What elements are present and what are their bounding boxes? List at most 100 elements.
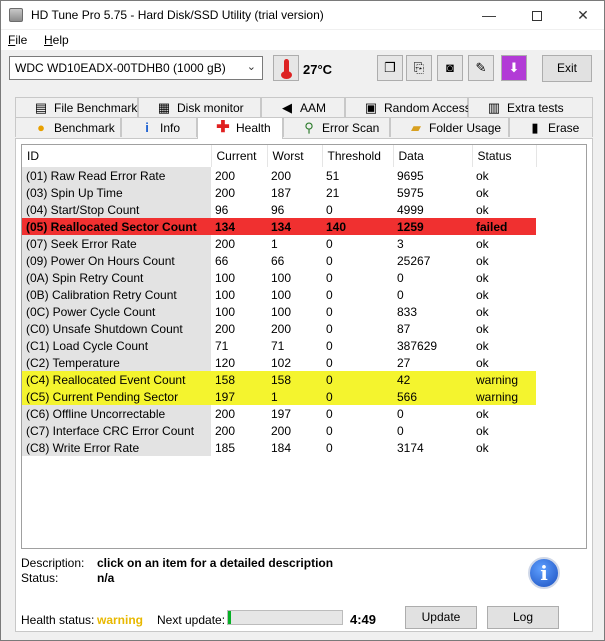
table-row[interactable]: (C7) Interface CRC Error Count 200 200 0 0 ok: [22, 422, 536, 439]
attribute-id: (C0) Unsafe Shutdown Count: [22, 320, 211, 337]
smart-table-container[interactable]: ID Current Worst Threshold Data Status (…: [21, 144, 587, 549]
table-row[interactable]: (09) Power On Hours Count 66 66 0 25267 ok: [22, 252, 536, 269]
table-row[interactable]: (0C) Power Cycle Count 100 100 0 833 ok: [22, 303, 536, 320]
status-cell: ok: [476, 185, 489, 200]
tab-label: Info: [160, 121, 181, 135]
table-row[interactable]: (C2) Temperature 120 102 0 27 ok: [22, 354, 536, 371]
column-header-id[interactable]: ID: [22, 145, 212, 167]
status-cell: ok: [476, 321, 489, 336]
smart-table: ID Current Worst Threshold Data Status (…: [22, 145, 537, 541]
status-cell: ok: [476, 338, 489, 353]
table-row[interactable]: (C4) Reallocated Event Count 158 158 0 42 war…: [22, 371, 536, 388]
status-cell: ok: [476, 304, 489, 319]
table-row[interactable]: (C1) Load Cycle Count 71 71 0 387629 ok: [22, 337, 536, 354]
copy-text-button[interactable]: ❐: [377, 55, 403, 81]
table-row[interactable]: (04) Start/Stop Count 96 96 0 4999 ok: [22, 201, 536, 218]
erase-icon: ▮: [531, 120, 539, 135]
raw-data: 3: [397, 236, 404, 251]
status-cell: ok: [476, 440, 489, 455]
raw-data: 25267: [397, 253, 431, 268]
tab-random-access[interactable]: ▣ Random Access: [345, 97, 471, 117]
options-button[interactable]: ✎: [468, 55, 494, 81]
attribute-id: (03) Spin Up Time: [22, 184, 211, 201]
current-value: 200: [215, 185, 236, 200]
tab-info[interactable]: i Info: [121, 117, 197, 137]
update-button[interactable]: Update: [405, 606, 477, 629]
worst-value: 200: [271, 423, 292, 438]
health-panel: ID Current Worst Threshold Data Status (…: [15, 138, 593, 632]
table-row[interactable]: (C5) Current Pending Sector 197 1 0 566 warni…: [22, 388, 536, 405]
status-cell: ok: [476, 423, 489, 438]
thermometer-icon: [273, 55, 299, 81]
status-cell: warning: [472, 371, 536, 388]
threshold-value: 0: [326, 338, 333, 353]
save-button[interactable]: ⬇: [501, 55, 527, 81]
screenshot-button[interactable]: ◙: [437, 55, 463, 81]
tab-label: Benchmark: [54, 121, 115, 135]
tab-disk-monitor[interactable]: ▦ Disk monitor: [138, 97, 261, 117]
tab-folder-usage[interactable]: ▰ Folder Usage: [390, 117, 509, 137]
current-value: 134: [211, 218, 267, 235]
worst-value: 1: [267, 388, 322, 405]
health-status-value: warning: [97, 613, 144, 627]
table-row[interactable]: (07) Seek Error Rate 200 1 0 3 ok: [22, 235, 536, 252]
threshold-value: 0: [326, 287, 333, 302]
table-row[interactable]: (C8) Write Error Rate 185 184 0 3174 ok: [22, 439, 536, 456]
tab-label: Folder Usage: [429, 121, 502, 135]
tab-benchmark[interactable]: ● Benchmark: [15, 117, 121, 137]
attribute-id: (01) Raw Read Error Rate: [22, 167, 211, 184]
table-row[interactable]: (01) Raw Read Error Rate 200 200 51 9695 ok: [22, 167, 536, 184]
tab-label: Erase: [548, 121, 580, 135]
random-access-icon: ▣: [364, 100, 378, 115]
tab-extra-tests[interactable]: ▥ Extra tests: [468, 97, 593, 117]
attribute-id: (C1) Load Cycle Count: [22, 337, 211, 354]
table-header-row: ID Current Worst Threshold Data Status: [22, 145, 537, 167]
window-title: HD Tune Pro 5.75 - Hard Disk/SSD Utility…: [31, 8, 324, 22]
info-icon[interactable]: i: [528, 557, 560, 589]
magnifier-icon: ⚲: [304, 120, 314, 135]
attribute-id: (C5) Current Pending Sector: [22, 388, 211, 405]
status-value: n/a: [97, 571, 115, 585]
tab-error-scan[interactable]: ⚲ Error Scan: [283, 117, 390, 137]
empty-row: [22, 456, 536, 473]
table-row[interactable]: (C6) Offline Uncorrectable 200 197 0 0 ok: [22, 405, 536, 422]
empty-row: [22, 507, 536, 524]
threshold-value: 0: [326, 253, 333, 268]
menu-help[interactable]: Help: [44, 33, 69, 47]
tab-erase[interactable]: ▮ Erase: [509, 117, 593, 137]
column-header-worst[interactable]: Worst: [267, 145, 323, 167]
maximize-button[interactable]: [515, 1, 559, 29]
menu-file[interactable]: File: [8, 33, 27, 47]
drive-select[interactable]: WDC WD10EADX-00TDHB0 (1000 gB) ⌄: [9, 56, 263, 80]
table-row[interactable]: (0A) Spin Retry Count 100 100 0 0 ok: [22, 269, 536, 286]
table-row[interactable]: (05) Reallocated Sector Count 134 134 140 12…: [22, 218, 536, 235]
column-header-status[interactable]: Status: [472, 145, 537, 167]
copy-info-button[interactable]: ⎘: [406, 55, 432, 81]
tab-row-top: ▤ File Benchmark ▦ Disk monitor ◀ AAM ▣ …: [15, 97, 593, 117]
status-cell: ok: [476, 236, 489, 251]
current-value: 200: [215, 423, 236, 438]
next-update-timer: 4:49: [350, 612, 377, 627]
table-row[interactable]: (03) Spin Up Time 200 187 21 5975 ok: [22, 184, 536, 201]
current-value: 96: [215, 202, 229, 217]
tab-file-benchmark[interactable]: ▤ File Benchmark: [15, 97, 138, 117]
column-header-data[interactable]: Data: [393, 145, 473, 167]
column-header-current[interactable]: Current: [211, 145, 268, 167]
tab-aam[interactable]: ◀ AAM: [261, 97, 345, 117]
current-value: 100: [215, 304, 236, 319]
attribute-id: (0A) Spin Retry Count: [22, 269, 211, 286]
attribute-id: (C2) Temperature: [22, 354, 211, 371]
exit-button[interactable]: Exit: [542, 55, 592, 82]
table-row[interactable]: (0B) Calibration Retry Count 100 100 0 0 ok: [22, 286, 536, 303]
worst-value: 66: [271, 253, 285, 268]
close-button[interactable]: ✕: [561, 1, 605, 29]
table-row[interactable]: (C0) Unsafe Shutdown Count 200 200 0 87 ok: [22, 320, 536, 337]
minimize-button[interactable]: —: [467, 1, 511, 29]
column-header-threshold[interactable]: Threshold: [322, 145, 394, 167]
current-value: 200: [215, 321, 236, 336]
log-button[interactable]: Log: [487, 606, 559, 629]
status-cell: ok: [476, 406, 489, 421]
benchmark-icon: ●: [37, 120, 45, 135]
tab-health[interactable]: ✚ Health: [197, 117, 283, 139]
raw-data: 87: [397, 321, 411, 336]
